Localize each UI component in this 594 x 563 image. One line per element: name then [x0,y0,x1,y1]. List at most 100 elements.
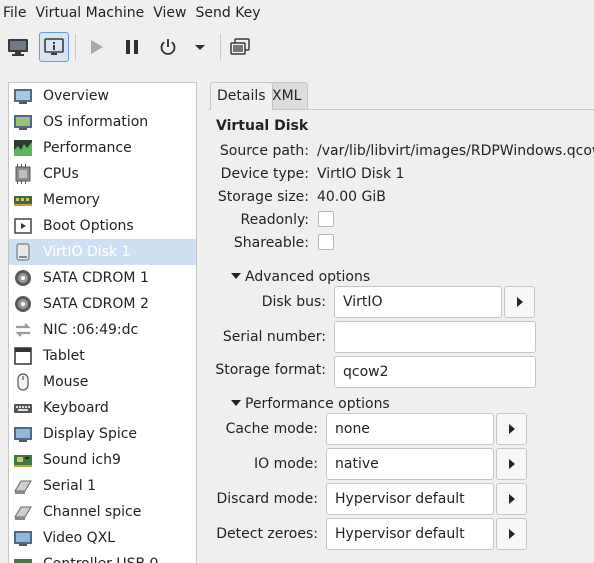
menu-view[interactable]: View [150,0,192,26]
sidebar-item-channel-spice[interactable]: Channel spice [9,499,196,525]
chevron-down-icon [195,45,205,50]
cpu-icon [15,164,31,184]
discard-mode-label: Discard mode: [216,491,318,507]
snapshots-icon [230,38,250,55]
readonly-checkbox[interactable] [318,211,334,227]
keyboard-icon [14,404,32,413]
disk-icon [16,243,30,261]
detect-zeroes-label: Detect zeroes: [216,526,318,542]
expander-arrow-icon [231,273,241,279]
advanced-options-expander[interactable]: Advanced options [230,269,370,285]
detect-zeroes-combo[interactable]: Hypervisor default [326,518,494,550]
menu-send-key[interactable]: Send Key [192,0,266,26]
sidebar-item-keyboard[interactable]: Keyboard [9,395,196,421]
sidebar-item-serial-1[interactable]: Serial 1 [9,473,196,499]
sidebar-item-memory[interactable]: Memory [9,187,196,213]
menu-bar: File Virtual Machine View Send Key [0,0,594,26]
io-mode-label: IO mode: [253,456,318,472]
shutdown-button[interactable] [153,32,183,62]
nic-icon [15,323,31,337]
sidebar-item-cpus[interactable]: CPUs [9,161,196,187]
shutdown-icon [160,39,176,55]
storage-format-input[interactable]: qcow2 [334,356,536,388]
controller-icon [14,559,32,563]
sidebar-item-performance[interactable]: Performance [9,135,196,161]
details-icon [44,38,64,55]
sound-icon [14,455,32,467]
chevron-right-icon [516,297,523,307]
disk-bus-dropdown-button[interactable] [504,286,535,318]
sidebar-item-sata-cdrom-2[interactable]: SATA CDROM 2 [9,291,196,317]
sidebar-item-os-information[interactable]: OS information [9,109,196,135]
console-icon [8,39,28,56]
memory-icon [14,196,32,206]
cdrom-icon [15,296,31,312]
chevron-right-icon [508,459,515,469]
performance-options-title: Performance options [245,396,390,412]
sidebar-item-video-qxl[interactable]: Video QXL [9,525,196,551]
detect-zeroes-dropdown-button[interactable] [496,518,527,550]
pause-icon [126,40,138,54]
expander-arrow-icon [231,400,241,406]
discard-mode-dropdown-button[interactable] [496,483,527,515]
display-icon [14,427,32,442]
performance-options-expander[interactable]: Performance options [230,396,390,412]
disk-bus-combo[interactable]: VirtIO [334,286,502,318]
chevron-right-icon [508,529,515,539]
cache-mode-combo[interactable]: none [326,413,494,445]
storage-size-value: 40.00 GiB [317,189,386,205]
readonly-label: Readonly: [240,212,310,228]
io-mode-combo[interactable]: native [326,448,494,480]
channel-icon [14,506,32,520]
source-path-label: Source path: [219,143,309,159]
tab-details[interactable]: Details [210,82,273,110]
sidebar-item-sound-ich9[interactable]: Sound ich9 [9,447,196,473]
serial-number-label: Serial number: [222,329,326,345]
chevron-right-icon [508,494,515,504]
menu-virtual-machine[interactable]: Virtual Machine [32,0,150,26]
cache-mode-label: Cache mode: [225,421,318,437]
serial-number-input[interactable] [334,321,536,353]
toolbar [0,28,594,66]
sidebar-item-overview[interactable]: Overview [9,83,196,109]
run-icon [91,40,103,54]
section-title-virtual-disk: Virtual Disk [216,118,309,134]
io-mode-dropdown-button[interactable] [496,448,527,480]
disk-bus-label: Disk bus: [261,294,326,310]
cdrom-icon [15,270,31,286]
run-button[interactable] [81,32,111,62]
source-path-value: /var/lib/libvirt/images/RDPWindows.qcow2 [317,143,594,159]
video-icon [14,531,32,546]
pause-button[interactable] [117,32,147,62]
performance-icon [14,140,32,156]
sidebar-item-tablet[interactable]: Tablet [9,343,196,369]
tablet-icon [14,347,32,365]
device-type-value: VirtIO Disk 1 [317,166,405,182]
shareable-checkbox[interactable] [318,234,334,250]
details-button[interactable] [39,32,69,62]
shareable-label: Shareable: [233,235,309,251]
cache-mode-dropdown-button[interactable] [496,413,527,445]
overview-icon [14,89,32,104]
discard-mode-combo[interactable]: Hypervisor default [326,483,494,515]
console-button[interactable] [3,32,33,62]
shutdown-menu-button[interactable] [187,32,213,62]
toolbar-separator [75,34,76,60]
boot-options-icon [14,218,32,234]
toolbar-separator [220,34,221,60]
storage-size-label: Storage size: [217,189,309,205]
hardware-list: Overview OS information Performance CPUs… [8,82,197,563]
sidebar-item-controller-usb-0[interactable]: Controller USB 0 [9,551,196,563]
sidebar-item-display-spice[interactable]: Display Spice [9,421,196,447]
serial-icon [14,480,32,494]
snapshots-button[interactable] [225,32,255,62]
sidebar-item-virtio-disk-1[interactable]: VirtIO Disk 1 [9,239,196,265]
sidebar-item-boot-options[interactable]: Boot Options [9,213,196,239]
sidebar-item-nic[interactable]: NIC :06:49:dc [9,317,196,343]
menu-file[interactable]: File [0,0,32,26]
sidebar-item-mouse[interactable]: Mouse [9,369,196,395]
advanced-options-title: Advanced options [245,269,371,285]
chevron-right-icon [508,424,515,434]
sidebar-item-sata-cdrom-1[interactable]: SATA CDROM 1 [9,265,196,291]
device-type-label: Device type: [220,166,309,182]
